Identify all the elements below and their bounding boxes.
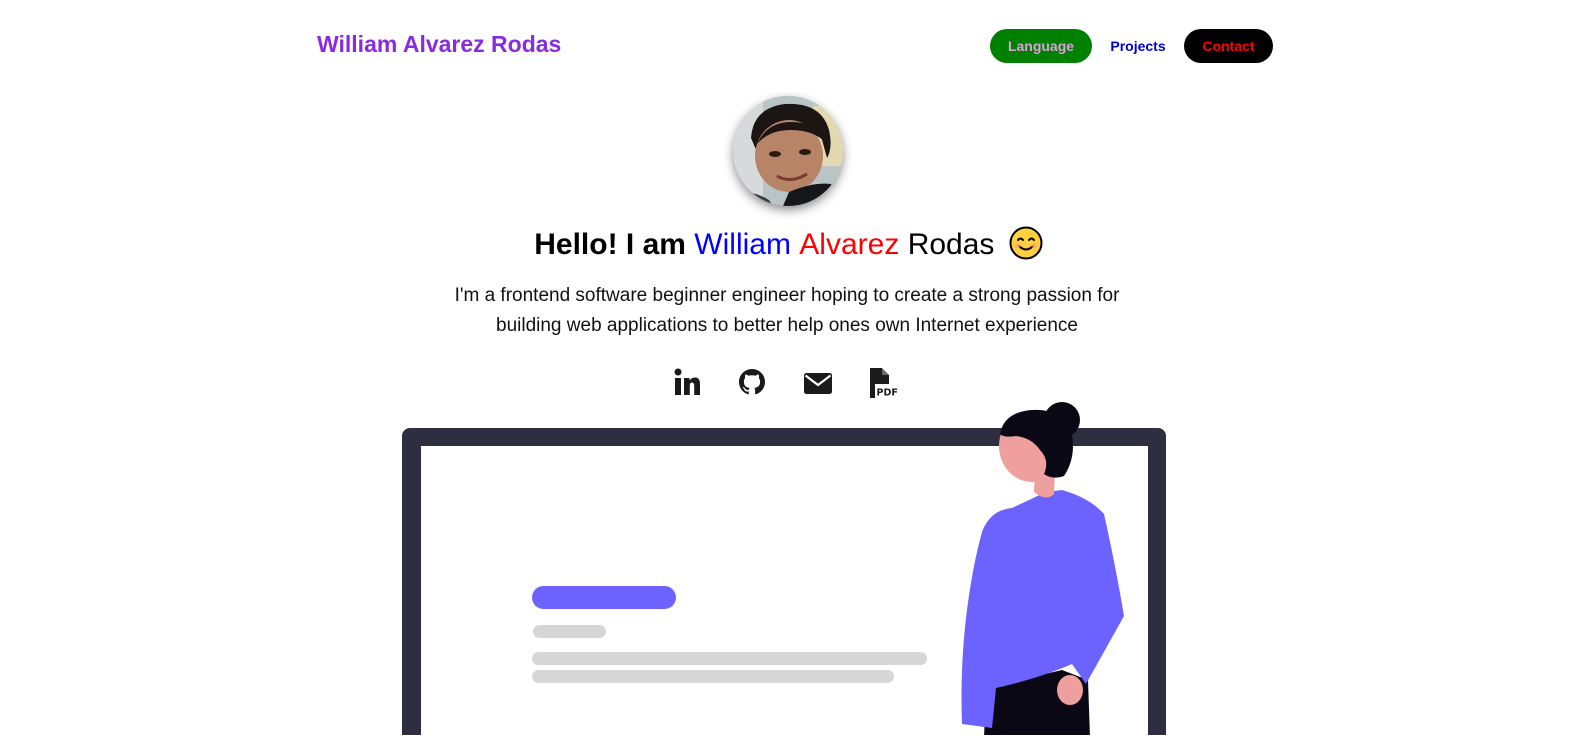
email-link[interactable] <box>802 366 834 400</box>
presentation-illustration <box>402 402 1166 740</box>
brand-link[interactable]: William Alvarez Rodas <box>317 31 561 58</box>
svg-text:PDF: PDF <box>877 388 898 399</box>
name-middle: Alvarez <box>799 228 900 261</box>
nav-links: Language Projects Contact <box>990 29 1273 63</box>
screen-text-line <box>532 670 894 683</box>
screen-subtitle-bar <box>533 625 606 638</box>
projects-link[interactable]: Projects <box>1092 29 1184 63</box>
greeting-text: Hello! I am <box>534 228 686 261</box>
avatar <box>733 96 843 206</box>
bio-text: I'm a frontend software beginner enginee… <box>454 285 1120 336</box>
profile-photo <box>733 96 843 206</box>
name-last: Rodas <box>907 228 995 261</box>
resume-pdf-link[interactable]: PDF <box>868 366 900 400</box>
hero-illustration <box>0 398 1577 740</box>
linkedin-link[interactable] <box>670 366 702 400</box>
smiling-face-icon <box>1009 226 1043 260</box>
envelope-icon <box>804 373 832 394</box>
github-link[interactable] <box>736 366 768 400</box>
screen-title-bar <box>532 586 676 609</box>
navbar: William Alvarez Rodas Language Projects … <box>0 0 1577 92</box>
github-icon <box>739 369 765 395</box>
name-first: William <box>694 228 791 261</box>
hero-heading: Hello! I am William Alvarez Rodas <box>0 226 1577 262</box>
language-button[interactable]: Language <box>990 29 1092 63</box>
contact-button[interactable]: Contact <box>1184 29 1273 63</box>
social-links: PDF <box>670 366 900 400</box>
linkedin-icon <box>674 368 700 395</box>
screen-text-line <box>532 652 927 665</box>
pdf-file-icon: PDF <box>870 368 900 399</box>
